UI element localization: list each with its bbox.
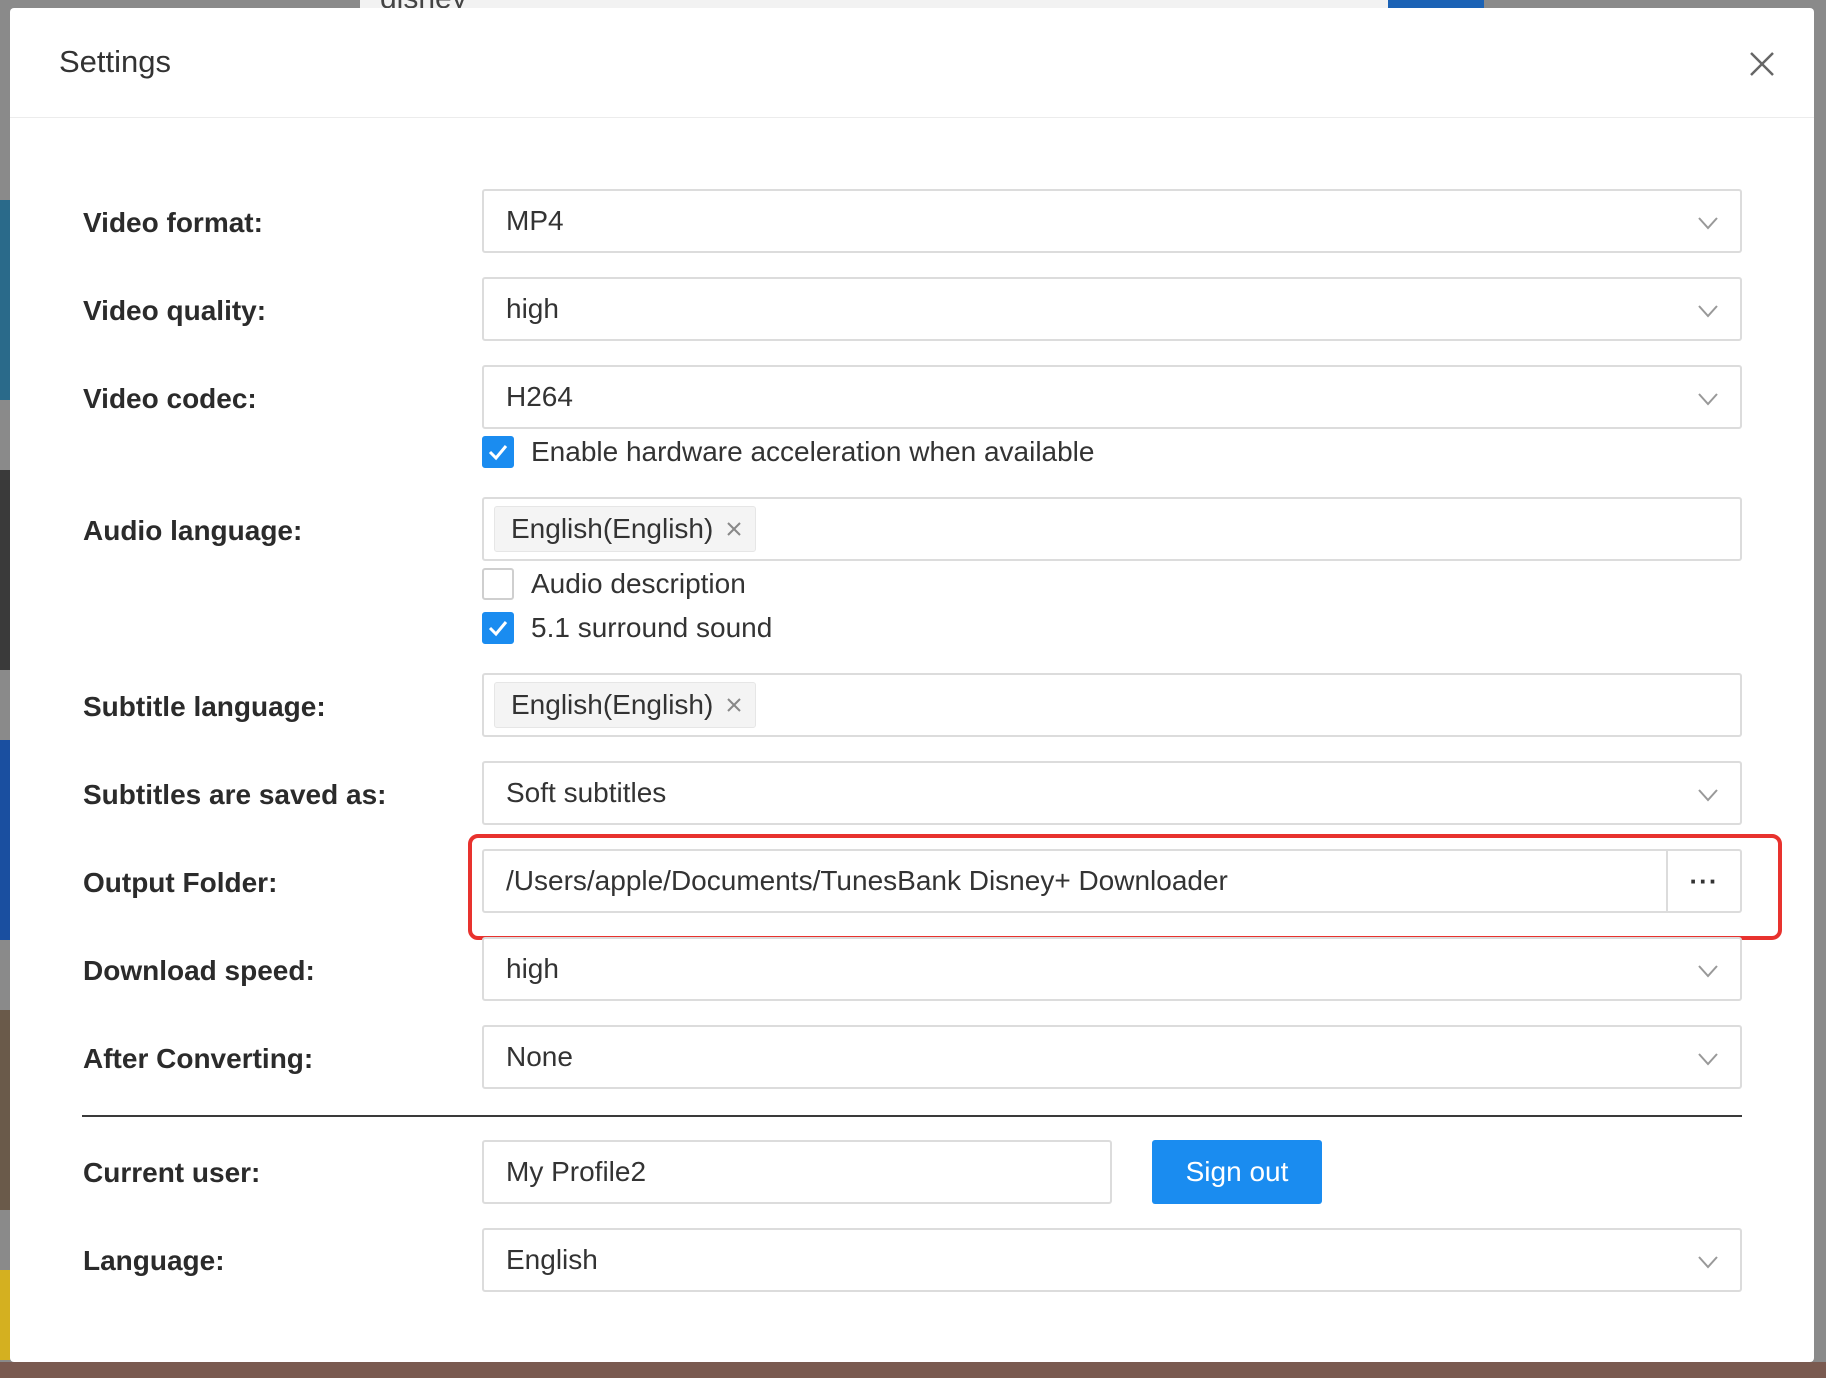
close-icon xyxy=(1750,52,1774,76)
background-thumbnail xyxy=(0,1010,10,1210)
hardware-acceleration-label: Enable hardware acceleration when availa… xyxy=(531,436,1095,467)
after-converting-label: After Converting: xyxy=(83,1043,314,1074)
download-speed-select[interactable]: high xyxy=(482,937,1742,1001)
subtitle-language-tag: English(English) xyxy=(494,682,757,728)
chevron-down-icon xyxy=(1696,1250,1720,1274)
chevron-down-icon xyxy=(1696,211,1720,235)
subtitles-saved-as-select[interactable]: Soft subtitles xyxy=(482,761,1742,825)
settings-dialog: Settings Video format: MP4 Video quality… xyxy=(10,8,1814,1362)
checkmark-icon xyxy=(488,621,508,637)
background-thumbnail xyxy=(0,1270,10,1360)
dialog-header: Settings xyxy=(10,8,1814,118)
section-divider xyxy=(82,1115,1742,1117)
after-converting-value: None xyxy=(506,1041,573,1072)
background-search-text: disney xyxy=(380,0,467,8)
surround-sound-option[interactable]: 5.1 surround sound xyxy=(482,611,772,645)
audio-language-tag-text: English(English) xyxy=(511,513,714,544)
video-codec-select[interactable]: H264 xyxy=(482,365,1742,429)
chevron-down-icon xyxy=(1696,783,1720,807)
video-format-select[interactable]: MP4 xyxy=(482,189,1742,253)
video-format-label: Video format: xyxy=(83,207,263,238)
video-format-value: MP4 xyxy=(506,205,564,236)
output-folder-label: Output Folder: xyxy=(83,867,278,898)
audio-language-tag: English(English) xyxy=(494,506,757,552)
hardware-acceleration-option[interactable]: Enable hardware acceleration when availa… xyxy=(482,435,1094,469)
chevron-down-icon xyxy=(1696,959,1720,983)
background-thumbnail xyxy=(0,470,10,670)
video-quality-value: high xyxy=(506,293,559,324)
audio-description-option[interactable]: Audio description xyxy=(482,567,746,601)
audio-description-label: Audio description xyxy=(531,568,746,599)
video-quality-label: Video quality: xyxy=(83,295,267,326)
language-select[interactable]: English xyxy=(482,1228,1742,1292)
surround-sound-checkbox[interactable] xyxy=(482,612,514,644)
video-codec-label: Video codec: xyxy=(83,383,257,414)
surround-sound-label: 5.1 surround sound xyxy=(531,612,773,643)
background-thumbnail xyxy=(0,200,10,400)
close-button[interactable] xyxy=(1742,44,1782,84)
chevron-down-icon xyxy=(1696,1047,1720,1071)
video-codec-value: H264 xyxy=(506,381,573,412)
dialog-title: Settings xyxy=(59,44,172,79)
current-user-field: My Profile2 xyxy=(482,1140,1112,1204)
download-speed-value: high xyxy=(506,953,559,984)
chevron-down-icon xyxy=(1696,299,1720,323)
video-quality-select[interactable]: high xyxy=(482,277,1742,341)
subtitle-language-tag-text: English(English) xyxy=(511,689,714,720)
remove-tag-icon[interactable] xyxy=(725,696,743,714)
chevron-down-icon xyxy=(1696,387,1720,411)
background-thumbnail xyxy=(0,740,10,940)
background-footer xyxy=(0,1362,1826,1378)
audio-language-label: Audio language: xyxy=(83,515,303,546)
current-user-label: Current user: xyxy=(83,1157,261,1188)
sign-out-button[interactable]: Sign out xyxy=(1152,1140,1322,1204)
background-search-bar: disney xyxy=(360,0,1390,8)
language-label: Language: xyxy=(83,1245,225,1276)
hardware-acceleration-checkbox[interactable] xyxy=(482,436,514,468)
after-converting-select[interactable]: None xyxy=(482,1025,1742,1089)
current-user-value: My Profile2 xyxy=(506,1156,647,1187)
audio-language-multiselect[interactable]: English(English) xyxy=(482,497,1742,561)
subtitle-language-label: Subtitle language: xyxy=(83,691,326,722)
language-value: English xyxy=(506,1244,598,1275)
checkmark-icon xyxy=(488,445,508,461)
remove-tag-icon[interactable] xyxy=(725,520,743,538)
subtitle-language-multiselect[interactable]: English(English) xyxy=(482,673,1742,737)
subtitles-saved-as-label: Subtitles are saved as: xyxy=(83,779,387,810)
download-speed-label: Download speed: xyxy=(83,955,315,986)
output-folder-highlight xyxy=(468,834,1782,940)
subtitles-saved-as-value: Soft subtitles xyxy=(506,777,667,808)
background-search-button xyxy=(1388,0,1484,8)
audio-description-checkbox[interactable] xyxy=(482,568,514,600)
